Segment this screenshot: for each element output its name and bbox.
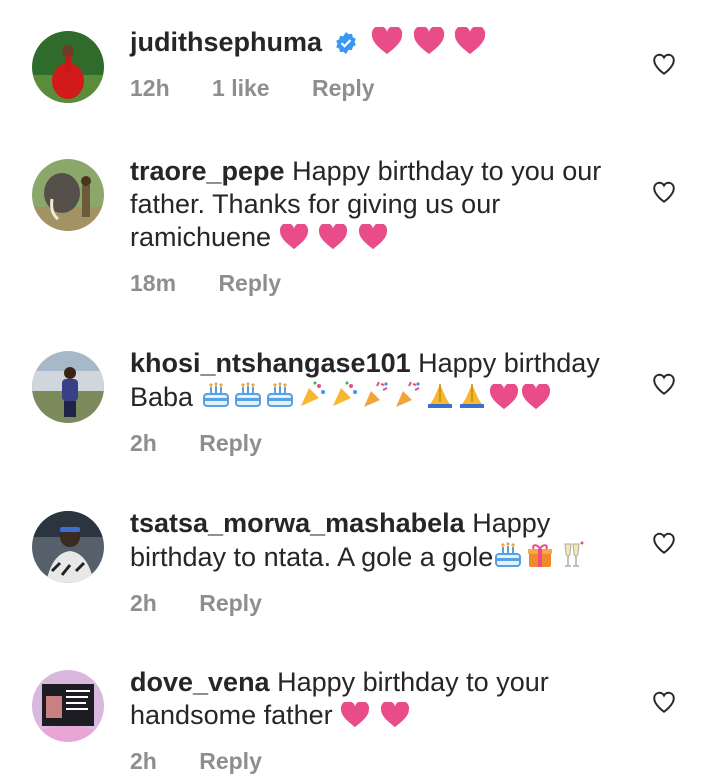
- heart-emoji: [279, 222, 309, 258]
- comment-text: judithsephuma: [130, 25, 610, 63]
- heart-outline-icon[interactable]: [651, 179, 677, 205]
- comment-meta: 2h Reply: [130, 748, 610, 775]
- gift-emoji: [525, 540, 555, 578]
- heart-outline-icon[interactable]: [651, 371, 677, 397]
- username[interactable]: khosi_ntshangase101: [130, 348, 411, 378]
- heart-emoji: [340, 700, 370, 736]
- cake-emoji: [201, 380, 231, 418]
- verified-badge-icon: [334, 30, 358, 63]
- comment-time: 12h: [130, 75, 170, 101]
- comment-text: khosi_ntshangase101 Happy birthday Baba: [130, 347, 610, 418]
- heart-emoji: [358, 222, 388, 258]
- heart-outline-icon[interactable]: [651, 689, 677, 715]
- comment-time: 2h: [130, 430, 157, 456]
- party-popper-emoji: [361, 380, 391, 418]
- comment-meta: 12h 1 like Reply: [130, 75, 610, 102]
- avatar[interactable]: [32, 159, 104, 231]
- comment-text: tsatsa_morwa_mashabela Happy birthday to…: [130, 507, 610, 578]
- pray-emoji: [457, 380, 487, 418]
- comment-meta: 18m Reply: [130, 270, 610, 297]
- heart-emoji: [489, 382, 519, 418]
- cake-emoji: [233, 380, 263, 418]
- comment-text: dove_vena Happy birthday to your handsom…: [130, 666, 610, 736]
- comment-meta: 2h Reply: [130, 430, 610, 457]
- username[interactable]: tsatsa_morwa_mashabela: [130, 508, 465, 538]
- reply-button[interactable]: Reply: [199, 590, 262, 616]
- reply-button[interactable]: Reply: [199, 430, 262, 456]
- reply-button[interactable]: Reply: [218, 270, 281, 296]
- heart-outline-icon[interactable]: [651, 51, 677, 77]
- comment-meta: 2h Reply: [130, 590, 610, 617]
- pray-emoji: [425, 380, 455, 418]
- avatar[interactable]: [32, 511, 104, 583]
- comment-body: tsatsa_morwa_mashabela Happy birthday to…: [130, 507, 610, 617]
- reply-button[interactable]: Reply: [312, 75, 375, 101]
- comment-body: judithsephuma 12h 1 like Reply: [130, 25, 610, 102]
- heart-outline-icon[interactable]: [651, 530, 677, 556]
- party-popper-emoji: [393, 380, 423, 418]
- likes-count[interactable]: 1 like: [212, 75, 270, 101]
- username[interactable]: traore_pepe: [130, 156, 285, 186]
- comment-body: khosi_ntshangase101 Happy birthday Baba …: [130, 347, 610, 457]
- comment-body: traore_pepe Happy birthday to you our fa…: [130, 155, 610, 297]
- heart-emoji: [521, 382, 551, 418]
- avatar[interactable]: [32, 670, 104, 742]
- reply-button[interactable]: Reply: [199, 748, 262, 774]
- heart-emoji: [318, 222, 348, 258]
- comment-time: 2h: [130, 748, 157, 774]
- heart-emoji: [380, 700, 410, 736]
- heart-emoji: [413, 25, 445, 63]
- comment-time: 2h: [130, 590, 157, 616]
- comment-text: traore_pepe Happy birthday to you our fa…: [130, 155, 610, 258]
- comment-body: dove_vena Happy birthday to your handsom…: [130, 666, 610, 775]
- username[interactable]: dove_vena: [130, 667, 270, 697]
- champagne-emoji: [557, 540, 587, 578]
- heart-emoji: [454, 25, 486, 63]
- confetti-emoji: [329, 380, 359, 418]
- comment-time: 18m: [130, 270, 177, 296]
- avatar[interactable]: [32, 31, 104, 103]
- avatar[interactable]: [32, 351, 104, 423]
- confetti-emoji: [297, 380, 327, 418]
- heart-emoji: [371, 25, 403, 63]
- cake-emoji: [493, 540, 523, 578]
- cake-emoji: [265, 380, 295, 418]
- username[interactable]: judithsephuma: [130, 27, 322, 57]
